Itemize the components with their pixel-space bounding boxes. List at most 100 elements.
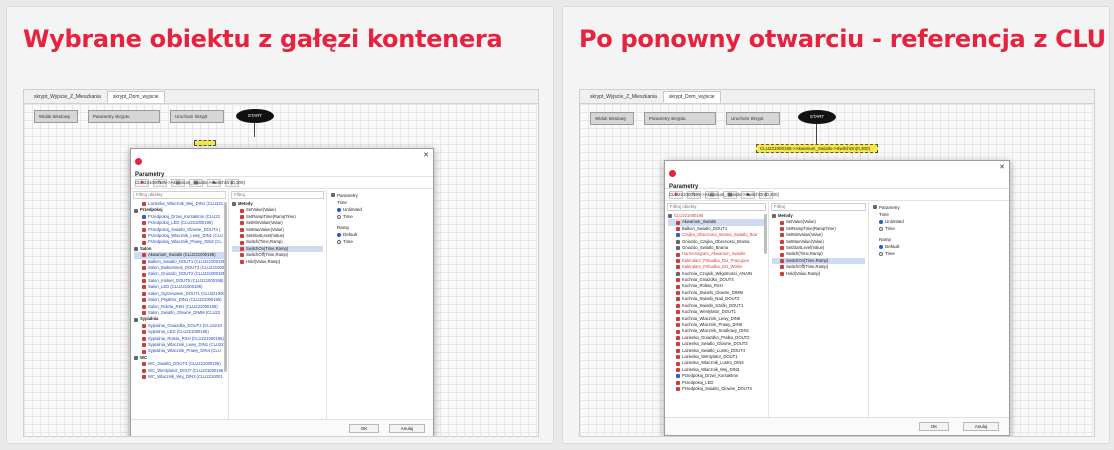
methods-filter-input[interactable]: Filtruj	[231, 191, 324, 199]
object-icon	[142, 279, 146, 284]
dialog-body: Filtruj obiekty Lazienka_Wlacznik_Wej_DI…	[131, 190, 433, 419]
start-node[interactable]: START	[236, 109, 274, 123]
tree-item-label: Przedpokoj_Swiatlo_Glowne_DOUT4	[682, 385, 752, 391]
object-icon	[676, 348, 680, 353]
object-icon	[668, 214, 672, 219]
object-icon	[142, 343, 146, 348]
time-unlimited-radio[interactable]: Unlimited	[873, 218, 1005, 225]
dialog-footer: OK Anuluj	[131, 419, 433, 436]
tree-item-label: Salon_Swiatlo_Glowne_DIMM (CLU22	[148, 309, 221, 315]
ok-button[interactable]: OK	[919, 422, 949, 431]
cancel-button[interactable]: Anuluj	[963, 422, 999, 431]
objects-filter-input[interactable]: Filtruj obiekty	[133, 191, 226, 199]
close-icon[interactable]: ✕	[423, 151, 429, 159]
method-icon	[780, 271, 784, 276]
object-icon	[676, 323, 680, 328]
ok-button[interactable]: OK	[349, 424, 379, 433]
methods-tree[interactable]: Metody SetValue(Value) SetRampTime(RampTim…	[229, 200, 326, 266]
tree-item[interactable]: WC_Wlacznik_Wej_DIN3 (CLU2210001	[134, 374, 225, 380]
tree-item-label: WC	[140, 354, 147, 360]
dialog-header: ✕ Parametry CLU221000105->Akwarium_Swiat…	[131, 149, 433, 185]
folder-icon	[232, 202, 236, 207]
tree-item-label: Przedpokoj_Wlacznik_Prawy_DIN2 (CL	[148, 239, 222, 245]
tab-script-exit[interactable]: skrypt_Wyjscie_Z_Mieszkania	[584, 91, 663, 103]
object-icon	[142, 227, 146, 232]
tab-script-home[interactable]: skrypt_Dom_wyjscie	[106, 91, 165, 103]
object-icon	[142, 298, 146, 303]
ramp-default-radio[interactable]: Default	[331, 231, 429, 238]
tree-item[interactable]: Sypialnia_Wlacznik_Prawy_DIN4 (CLU	[134, 348, 225, 354]
object-icon	[142, 362, 146, 367]
objects-tree[interactable]: CLU221000195 Akwarium_Swiatlo Balkon_Swiat…	[665, 212, 768, 393]
methods-column: Filtruj Metody SetValue(Value) SetRampTime…	[769, 202, 869, 417]
text-view-button[interactable]: Widok tekstowy	[590, 112, 634, 125]
objects-column: Filtruj obiekty CLU221000195 Akwarium_Swi…	[665, 202, 769, 417]
method-icon	[780, 265, 784, 270]
object-icon	[676, 252, 680, 257]
objects-scrollbar[interactable]	[224, 202, 227, 372]
time-time-radio[interactable]: Time	[873, 225, 1005, 232]
object-icon	[676, 316, 680, 321]
dialog-title: Parametry	[135, 172, 165, 178]
tab-script-home[interactable]: skrypt_Dom_wyjscie	[662, 91, 721, 103]
ramp-default-radio[interactable]: Default	[873, 243, 1005, 250]
method-icon	[780, 233, 784, 238]
close-icon[interactable]: ✕	[999, 163, 1005, 171]
objects-scrollbar[interactable]	[764, 214, 767, 254]
method-icon	[240, 259, 244, 264]
objects-tree[interactable]: Lazienka_Wlacznik_Wej_DIN1 (CLU221 Przedp…	[131, 200, 228, 381]
run-script-button[interactable]: Uruchom Skrypt	[170, 110, 224, 123]
run-script-button[interactable]: Uruchom Skrypt	[726, 112, 780, 125]
method-icon	[240, 215, 244, 220]
method-icon	[780, 259, 784, 264]
cancel-button[interactable]: Anuluj	[389, 424, 425, 433]
methods-filter-input[interactable]: Filtruj	[771, 203, 866, 211]
tab-script-exit[interactable]: skrypt_Wyjscie_Z_Mieszkania	[28, 91, 107, 103]
object-icon	[142, 234, 146, 239]
script-params-button[interactable]: Parametry skryptu	[644, 112, 716, 125]
ramp-time-radio[interactable]: Time	[331, 238, 429, 245]
object-icon	[676, 310, 680, 315]
grenton-logo-icon	[669, 170, 676, 177]
dialog-title: Parametry	[669, 184, 699, 190]
ramp-time-radio[interactable]: Time	[873, 250, 1005, 257]
method-icon	[780, 239, 784, 244]
method-item[interactable]: Hold(Value,Ramp)	[772, 271, 865, 277]
params-dialog: ✕ Parametry CLU221000195->Akwarium_Swiat…	[664, 160, 1010, 436]
time-unlimited-radio[interactable]: Unlimited	[331, 206, 429, 213]
tree-item[interactable]: Przedpokoj_Swiatlo_Glowne_DOUT4	[668, 386, 765, 392]
object-icon	[676, 227, 680, 232]
method-icon	[240, 227, 244, 232]
objects-filter-input[interactable]: Filtruj obiekty	[667, 203, 766, 211]
object-icon	[142, 330, 146, 335]
method-icon	[780, 252, 784, 257]
connector-line	[816, 124, 817, 144]
method-icon	[240, 221, 244, 226]
text-view-button[interactable]: Widok tekstowy	[34, 110, 78, 123]
right-panel-title: Po ponowny otwarciu - referencja z CLU	[579, 25, 1106, 53]
object-icon	[676, 342, 680, 347]
method-label: Hold(Value,Ramp)	[786, 270, 821, 276]
object-icon	[134, 247, 138, 252]
start-node[interactable]: START	[798, 110, 836, 124]
object-icon	[134, 355, 138, 360]
methods-tree[interactable]: Metody SetValue(Value) SetRampTime(RampTim…	[769, 212, 868, 278]
methods-column: Filtruj Metody SetValue(Value) SetRampTime…	[229, 190, 327, 419]
dialog-footer: OK Anuluj	[665, 417, 1009, 435]
params-header: Parametry	[879, 205, 900, 210]
selected-block[interactable]	[194, 140, 216, 146]
object-icon	[142, 215, 146, 220]
object-icon	[142, 311, 146, 316]
method-icon	[780, 246, 784, 251]
object-icon	[142, 253, 146, 258]
method-icon	[780, 220, 784, 225]
method-item[interactable]: Hold(Value,Ramp)	[232, 259, 323, 265]
time-time-radio[interactable]: Time	[331, 213, 429, 220]
script-params-button[interactable]: Parametry skryptu	[88, 110, 160, 123]
object-icon	[134, 208, 138, 213]
object-icon	[142, 221, 146, 226]
selected-block[interactable]: CLU221000195->Akwarium_Swiatlo->SwitchOn…	[756, 144, 878, 153]
folder-icon	[772, 214, 776, 219]
object-icon	[142, 291, 146, 296]
object-icon	[676, 291, 680, 296]
